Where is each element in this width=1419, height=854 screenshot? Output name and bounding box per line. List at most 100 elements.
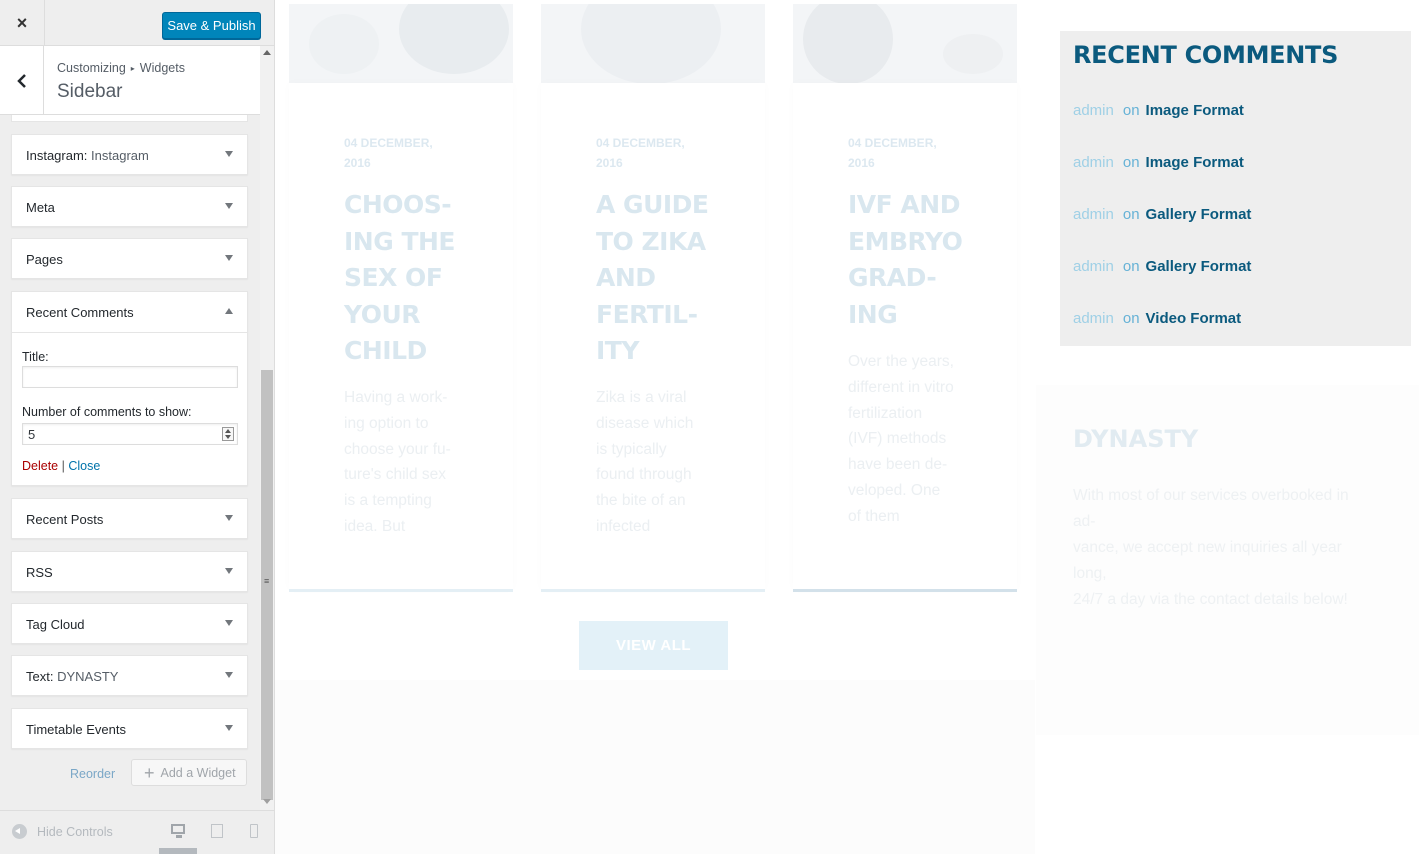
caret-down-icon[interactable] [225,725,233,731]
widget-title: Pages [26,252,63,267]
widget-title: Recent Comments [26,305,134,320]
content-background [275,680,1035,854]
widget-timetable-events[interactable]: Timetable Events [11,708,248,749]
reorder-link[interactable]: Reorder [70,767,115,781]
post-card: 04 December, 2016 IVF and embryo grad- i… [793,83,1017,589]
caret-down-icon[interactable] [225,672,233,678]
widget-pages[interactable]: Pages [11,238,248,279]
breadcrumb-root: Customizing [57,61,126,75]
breadcrumb: Customizing ▸ Widgets [57,61,185,75]
widget-title: Instagram: Instagram [26,148,149,163]
comment-on: on [1122,154,1140,171]
comment-post-link[interactable]: Gallery Format [1146,206,1252,223]
comment-post-link[interactable]: Gallery Format [1146,258,1252,275]
dynasty-widget: DYNASTY With most of our services overbo… [1036,385,1419,735]
widget-title: Recent Posts [26,512,104,527]
post-title[interactable]: A guide to Zika and fertil- ity [596,187,726,370]
widget-partial-top [11,115,248,122]
comment-post-link[interactable]: Image Format [1146,154,1244,171]
back-button[interactable] [0,46,44,115]
scroll-up-icon[interactable] [263,50,271,55]
comment-item: admin on Image Format [1073,102,1244,119]
widget-title: Text: DYNASTY [26,669,119,684]
post-excerpt: Over the years, different in vitro ferti… [848,353,954,525]
save-publish-button[interactable]: Save & Publish [162,12,261,39]
caret-down-icon[interactable] [225,620,233,626]
caret-down-icon[interactable] [225,203,233,209]
post-image[interactable] [289,4,513,83]
comment-post-link[interactable]: Video Format [1146,310,1242,327]
tablet-preview-icon[interactable] [211,824,223,838]
comment-on: on [1122,310,1140,327]
close-icon[interactable]: × [0,0,45,46]
section-header: Customizing ▸ Widgets Sidebar [0,46,260,115]
mobile-preview-icon[interactable] [250,824,258,838]
comment-author[interactable]: admin [1073,258,1114,275]
card-underline [793,589,1017,592]
grip-icon: ≡ [264,576,270,586]
delete-link[interactable]: Delete [22,459,58,473]
breadcrumb-parent: Widgets [139,61,185,75]
count-field-label: Number of comments to show: [22,405,192,419]
post-excerpt: Having a work- ing option to choose your… [344,389,451,535]
comment-item: admin on Video Format [1073,310,1241,327]
title-input[interactable] [22,366,238,388]
dynasty-text: With most of our services overbooked in … [1073,487,1349,608]
widget-title: RSS [26,565,53,580]
caret-up-icon[interactable] [225,308,233,314]
comment-author[interactable]: admin [1073,154,1114,171]
view-all-button[interactable]: VIEW ALL [579,621,728,670]
hide-controls-button[interactable]: Hide Controls [12,824,113,839]
widget-title: Tag Cloud [26,617,85,632]
spinner-arrows-icon[interactable] [222,427,234,441]
comment-post-link[interactable]: Image Format [1146,102,1244,119]
widget-meta[interactable]: Meta [11,186,248,227]
comment-on: on [1122,258,1140,275]
widget-recent-posts[interactable]: Recent Posts [11,498,248,539]
caret-down-icon[interactable] [225,151,233,157]
count-value: 5 [28,427,36,442]
scrollbar[interactable] [260,46,274,810]
post-card: 04 December, 2016 Choos- ing the sex of … [289,83,513,589]
site-preview: 04 December, 2016 Choos- ing the sex of … [275,0,1419,854]
comment-item: admin on Image Format [1073,154,1244,171]
card-underline [289,589,513,592]
card-underline [541,589,765,592]
chevron-left-icon [16,73,26,88]
post-date: 04 December, 2016 [596,136,685,170]
post-title[interactable]: Choos- ing the sex of your child [344,187,474,370]
widget-text-dynasty[interactable]: Text: DYNASTY [11,655,248,696]
comment-author[interactable]: admin [1073,102,1114,119]
post-title[interactable]: IVF and embryo grad- ing [848,187,978,333]
comment-author[interactable]: admin [1073,206,1114,223]
customizer-panel: × Save & Publish Customizing ▸ Widgets Sid… [0,0,275,854]
caret-down-icon[interactable] [225,568,233,574]
post-date: 04 December, 2016 [344,136,433,170]
widget-recent-comments: Recent Comments Title: Number of comment… [11,291,248,486]
close-link[interactable]: Close [68,459,100,473]
post-image[interactable] [793,4,1017,83]
actions-separator: | [61,459,65,473]
post-card: 04 December, 2016 A guide to Zika and fe… [541,83,765,589]
caret-down-icon[interactable] [225,255,233,261]
caret-down-icon[interactable] [225,515,233,521]
comment-author[interactable]: admin [1073,310,1114,327]
breadcrumb-separator-icon: ▸ [130,64,135,74]
widget-title: Timetable Events [26,722,126,737]
post-date: 04 December, 2016 [848,136,937,170]
desktop-preview-icon[interactable] [171,824,185,838]
title-field-label: Title: [22,350,49,364]
widget-tag-cloud[interactable]: Tag Cloud [11,603,248,644]
plus-icon: + [144,762,155,783]
post-image[interactable] [541,4,765,83]
section-title: Sidebar [57,81,123,102]
comment-on: on [1122,102,1140,119]
widget-instagram[interactable]: Instagram: Instagram [11,134,248,175]
add-widget-button[interactable]: + Add a Widget [131,759,247,786]
widget-rss[interactable]: RSS [11,551,248,592]
scroll-down-icon[interactable] [263,799,271,804]
recent-comments-widget: RECENT COMMENTS admin on Image Format admi… [1060,31,1411,346]
comments-count-stepper[interactable]: 5 [22,423,238,445]
widget-header[interactable]: Recent Comments [12,292,247,333]
comment-item: admin on Gallery Format [1073,206,1251,223]
